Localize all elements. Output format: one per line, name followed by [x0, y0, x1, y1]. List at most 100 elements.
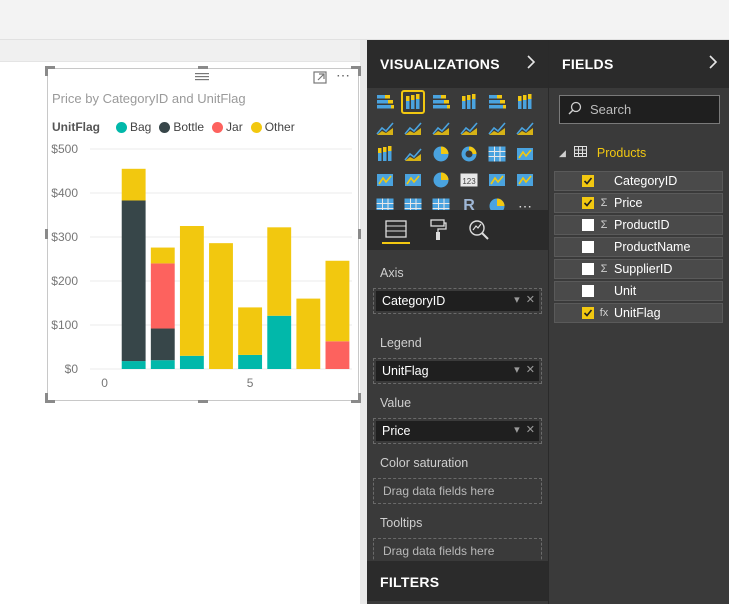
legend-item-bag[interactable]: Bag	[116, 120, 151, 134]
legend-well-label: Legend	[380, 336, 422, 350]
resize-handle-top-right-v[interactable]	[358, 66, 361, 76]
field-checkbox[interactable]	[582, 307, 594, 319]
format-paint-roller-icon[interactable]	[424, 216, 452, 244]
ribbon-area	[0, 0, 729, 40]
visualizations-title: VISUALIZATIONS	[380, 56, 500, 72]
chevron-right-icon[interactable]	[526, 54, 536, 75]
legend-item-bottle[interactable]: Bottle	[159, 120, 204, 134]
field-item-supplierid[interactable]: Σ SupplierID	[554, 259, 723, 279]
card-icon[interactable]: 123	[458, 169, 480, 191]
legend-label: Bag	[130, 120, 152, 134]
field-item-productname[interactable]: ProductName	[554, 237, 723, 257]
field-checkbox[interactable]	[582, 241, 594, 253]
legend-dot	[250, 121, 262, 133]
line-stacked-column-icon[interactable]	[486, 117, 508, 139]
line-chart-icon[interactable]	[374, 117, 396, 139]
search-icon	[568, 101, 582, 118]
area-chart-icon[interactable]	[402, 117, 424, 139]
donut-chart-icon[interactable]	[458, 143, 480, 165]
field-item-productid[interactable]: Σ ProductID	[554, 215, 723, 235]
waterfall-chart-icon[interactable]	[374, 143, 396, 165]
fields-pane: FIELDS Search ◢ Products CategoryID Σ Pric…	[548, 40, 729, 604]
field-checkbox[interactable]	[582, 263, 594, 275]
field-item-price[interactable]: Σ Price	[554, 193, 723, 213]
field-checkbox[interactable]	[582, 197, 594, 209]
resize-handle-bottom-left-v[interactable]	[45, 393, 48, 403]
stacked-area-chart-icon[interactable]	[430, 117, 452, 139]
color-saturation-well-label: Color saturation	[380, 456, 469, 470]
field-checkbox[interactable]	[582, 219, 594, 231]
value-well-label: Value	[380, 396, 412, 410]
field-item-unitflag[interactable]: fx UnitFlag	[554, 303, 723, 323]
filters-header[interactable]: FILTERS	[367, 561, 548, 601]
legend-item-other[interactable]: Other	[250, 120, 295, 134]
color-saturation-well[interactable]: Drag data fields here	[373, 478, 542, 504]
value-field-pill[interactable]: Price	[382, 424, 410, 438]
clustered-column-chart-icon[interactable]	[458, 91, 480, 113]
field-pill-controls[interactable]: ▾ ✕	[514, 363, 535, 376]
drag-grip-icon[interactable]	[194, 68, 210, 84]
field-checkbox[interactable]	[582, 285, 594, 297]
100-stacked-column-chart-icon[interactable]	[514, 91, 536, 113]
value-well[interactable]: Price ▾ ✕	[373, 418, 542, 444]
kpi-icon[interactable]	[514, 169, 536, 191]
table-name: Products	[596, 146, 647, 160]
axis-field-pill[interactable]: CategoryID	[382, 294, 445, 308]
pie-chart-icon[interactable]	[430, 143, 452, 165]
stacked-bar-chart-icon[interactable]	[374, 91, 396, 113]
100-stacked-bar-chart-icon[interactable]	[486, 91, 508, 113]
chevron-down-icon[interactable]: ▾	[514, 364, 520, 376]
multi-row-card-icon[interactable]	[486, 169, 508, 191]
chart-visual[interactable]: ⋯ Price by CategoryID and UnitFlag UnitF…	[45, 66, 361, 403]
fields-search-input[interactable]: Search	[559, 95, 720, 124]
bar-other-7	[296, 298, 321, 369]
field-pill-controls[interactable]: ▾ ✕	[514, 293, 535, 306]
gauge-icon[interactable]	[430, 169, 452, 191]
table-products[interactable]: ◢ Products	[559, 146, 646, 160]
legend-well[interactable]: UnitFlag ▾ ✕	[373, 358, 542, 384]
remove-field-icon[interactable]: ✕	[526, 364, 535, 376]
legend-title: UnitFlag	[52, 120, 100, 134]
field-item-unit[interactable]: Unit	[554, 281, 723, 301]
legend-item-jar[interactable]: Jar	[212, 120, 243, 134]
y-tick-label: $300	[51, 230, 78, 244]
remove-field-icon[interactable]: ✕	[526, 424, 535, 436]
stacked-column-chart-icon[interactable]	[401, 90, 425, 114]
chevron-right-icon[interactable]	[708, 54, 718, 75]
filled-map-icon[interactable]	[374, 169, 396, 191]
line-clustered-column-icon[interactable]	[458, 117, 480, 139]
chevron-down-icon[interactable]: ▾	[514, 424, 520, 436]
scatter-chart-icon[interactable]	[402, 143, 424, 165]
fields-header: FIELDS	[549, 40, 729, 88]
treemap-icon[interactable]	[486, 143, 508, 165]
ribbon-chart-icon[interactable]	[514, 117, 536, 139]
remove-field-icon[interactable]: ✕	[526, 294, 535, 306]
visual-title: Price by CategoryID and UnitFlag	[52, 91, 246, 106]
field-checkbox[interactable]	[582, 175, 594, 187]
axis-well[interactable]: CategoryID ▾ ✕	[373, 288, 542, 314]
svg-text:123: 123	[462, 177, 476, 186]
resize-handle-bottom-right-v[interactable]	[358, 393, 361, 403]
legend: UnitFlag Bag Bottle Jar Other	[52, 120, 303, 134]
bar-bag-5	[238, 354, 263, 369]
chevron-down-icon[interactable]: ▾	[514, 294, 520, 306]
bar-bag-6	[267, 315, 292, 369]
canvas-page-strip	[0, 40, 367, 62]
legend-field-pill[interactable]: UnitFlag	[382, 364, 429, 378]
table-icon	[573, 146, 587, 160]
stacked-column-chart[interactable]: $0 $100 $200 $300 $400 $500 0 5	[48, 141, 358, 391]
more-options-icon[interactable]: ⋯	[336, 67, 351, 84]
field-item-categoryid[interactable]: CategoryID	[554, 171, 723, 191]
collapse-triangle-icon[interactable]: ◢	[559, 148, 566, 159]
field-pill-controls[interactable]: ▾ ✕	[514, 423, 535, 436]
map-icon[interactable]	[514, 143, 536, 165]
funnel-icon[interactable]	[402, 169, 424, 191]
clustered-bar-chart-icon[interactable]	[430, 91, 452, 113]
resize-handle-bottom[interactable]	[198, 400, 208, 403]
resize-handle-right[interactable]	[358, 229, 361, 239]
bar-other-6	[267, 227, 292, 316]
fields-tab-icon[interactable]	[382, 216, 410, 244]
analytics-magnifier-icon[interactable]	[465, 216, 493, 244]
focus-mode-icon[interactable]	[313, 71, 327, 87]
resize-handle-top-left-v[interactable]	[45, 66, 48, 76]
